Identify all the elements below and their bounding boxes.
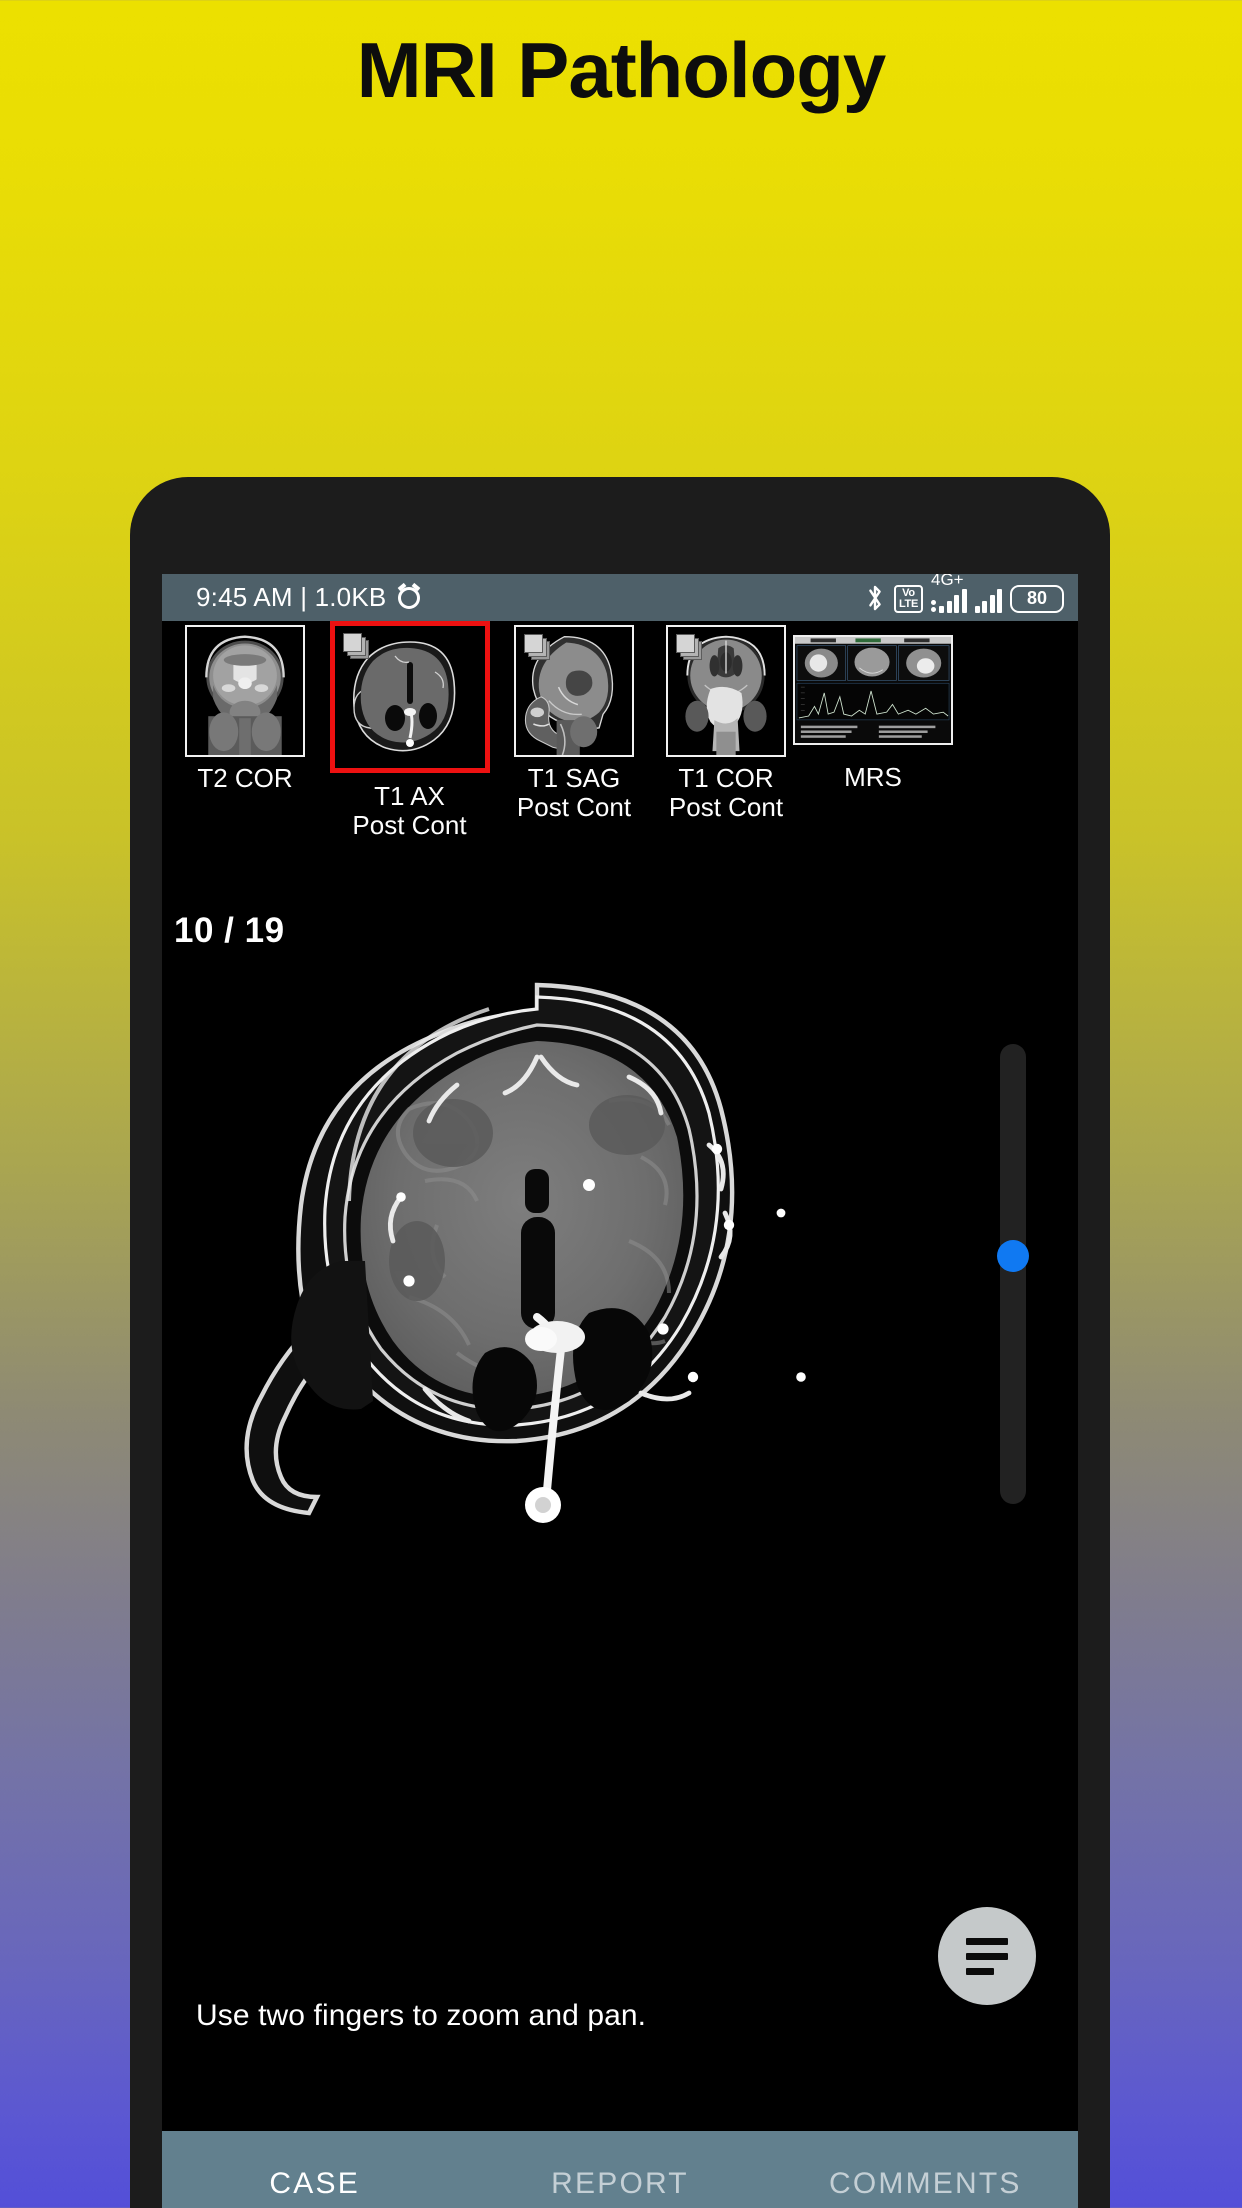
menu-fab-button[interactable] [938,1907,1036,2005]
signal-bars-icon-2 [974,587,1002,613]
battery-level-label: 80 [1026,588,1048,608]
thumbnail-image-t1-sag-post-cont[interactable] [514,625,634,757]
coronal-t2-brain-image [187,627,303,755]
series-label-t1-ax-post-cont: T1 AX Post Cont [352,781,467,839]
signal-group-2 [974,587,1002,613]
battery-icon: 80 [1010,584,1064,613]
zoom-pan-hint: Use two fingers to zoom and pan. [196,1999,647,2032]
series-thumbnail-t1-cor-post-cont[interactable]: T1 COR Post Cont [651,621,801,822]
image-viewer[interactable]: Use two fingers to zoom and pan. [162,951,1078,2061]
series-label-mrs: MRS [844,762,902,792]
page-title: MRI Pathology [356,26,887,114]
tab-comments[interactable]: COMMENTS [773,2131,1078,2208]
tab-case[interactable]: CASE [162,2131,467,2208]
bottom-tab-bar[interactable]: CASE REPORT COMMENTS [162,2131,1078,2208]
thumbnail-image-t2-cor[interactable] [185,625,305,757]
sort-lines-icon [966,1937,1008,1975]
slice-counter: 10 / 19 [174,911,285,950]
series-thumbnail-t2-cor[interactable]: T2 COR [170,621,320,793]
slider-track[interactable] [1000,1044,1026,1504]
network-type-label: 4G+ [931,574,964,589]
alarm-icon [398,586,421,609]
thumbnail-image-t1-cor-post-cont[interactable] [666,625,786,757]
series-thumbnail-strip[interactable]: T2 COR T1 AX Post Cont T1 SAG Post Cont … [162,621,1078,839]
tab-report[interactable]: REPORT [467,2131,772,2208]
phone-screen: 9:45 AM | 1.0KB Vo LTE 4G+ 80 T2 COR T1 … [162,574,1078,2208]
volte-icon: Vo LTE [893,584,923,613]
status-bar-right: Vo LTE 4G+ 80 [864,574,1064,613]
status-bar: 9:45 AM | 1.0KB Vo LTE 4G+ 80 [162,574,1078,621]
phone-device-frame: 9:45 AM | 1.0KB Vo LTE 4G+ 80 T2 COR T1 … [130,477,1110,2208]
slice-slider[interactable] [997,1044,1029,1504]
volte-line-2: LTE [898,597,918,610]
stacked-images-icon [342,633,369,659]
series-label-t2-cor: T2 COR [197,763,293,793]
bluetooth-icon [869,585,881,610]
signal-bars-icon-1 [939,587,967,613]
series-thumbnail-t1-sag-post-cont[interactable]: T1 SAG Post Cont [499,621,649,822]
main-mri-image[interactable] [217,961,857,1601]
mr-spectroscopy-image [795,637,951,743]
stacked-images-icon [524,634,550,660]
series-thumbnail-t1-ax-post-cont[interactable]: T1 AX Post Cont [322,621,497,839]
volte-line-1: Vo [902,586,915,599]
status-bar-left: 9:45 AM | 1.0KB [196,582,421,613]
data-activity-icon [931,599,936,612]
slider-thumb[interactable] [997,1240,1029,1272]
series-thumbnail-mrs[interactable]: MRS [793,621,953,792]
stacked-images-icon [676,634,702,660]
series-label-t1-sag-post-cont: T1 SAG Post Cont [516,763,632,823]
series-label-t1-cor-post-cont: T1 COR Post Cont [668,763,784,823]
signal-group-1: 4G+ [931,574,967,613]
status-time-and-data: 9:45 AM | 1.0KB [196,582,387,612]
thumbnail-image-mrs[interactable] [793,635,953,745]
thumbnail-image-t1-ax-post-cont[interactable] [329,621,490,773]
